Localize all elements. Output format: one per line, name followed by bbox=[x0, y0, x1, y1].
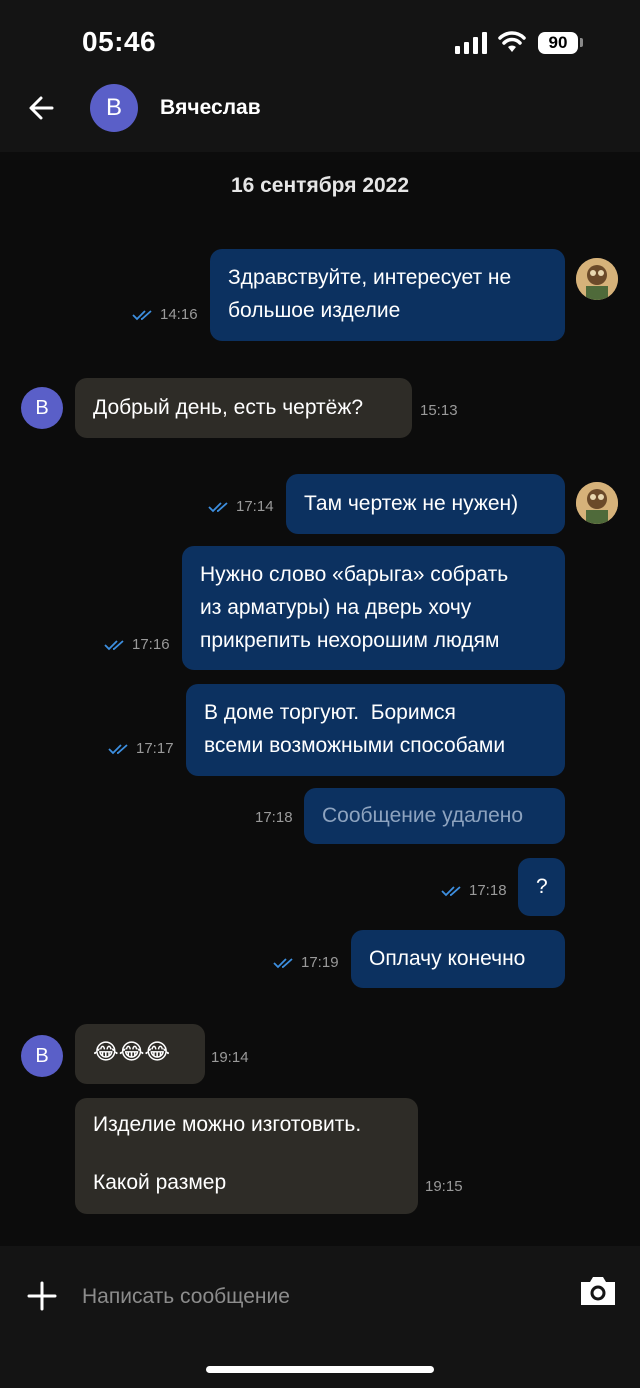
message-meta: 17:18 bbox=[441, 882, 507, 899]
message-text: Нужно слово «барыга» собрать bbox=[200, 563, 509, 586]
message-text: всеми возможными способами bbox=[204, 734, 506, 757]
battery-level: 90 bbox=[538, 32, 578, 54]
message-list[interactable]: 16 сентября 2022 14:16 Здравствуйте, инт… bbox=[0, 152, 640, 1246]
message-meta: 17:14 bbox=[208, 498, 274, 515]
read-check-icon bbox=[208, 502, 228, 513]
contact-name[interactable]: Вячеслав bbox=[160, 96, 261, 120]
outgoing-message[interactable]: Здравствуйте, интересует не большое изде… bbox=[210, 249, 565, 341]
message-time: 19:15 bbox=[425, 1178, 463, 1195]
message-emoji: 😂😂😂 bbox=[93, 1040, 171, 1065]
camera-icon[interactable] bbox=[578, 1274, 618, 1308]
message-meta: 17:17 bbox=[108, 740, 174, 757]
message-time: 19:14 bbox=[211, 1049, 249, 1066]
back-arrow-icon[interactable] bbox=[22, 88, 62, 128]
contact-avatar-small[interactable]: В bbox=[21, 387, 63, 429]
signal-icon bbox=[455, 32, 487, 54]
message-text: Оплачу конечно bbox=[369, 947, 526, 970]
read-check-icon bbox=[104, 640, 124, 651]
message-text: из арматуры) на дверь хочу bbox=[200, 596, 472, 619]
message-time: 17:14 bbox=[236, 498, 274, 515]
message-meta: 17:19 bbox=[273, 954, 339, 971]
wifi-icon bbox=[498, 31, 526, 52]
message-meta: 17:16 bbox=[104, 636, 170, 653]
read-check-icon bbox=[108, 744, 128, 755]
read-check-icon bbox=[441, 886, 461, 897]
message-time: 17:17 bbox=[136, 740, 174, 757]
outgoing-message[interactable]: Оплачу конечно bbox=[351, 930, 565, 988]
message-time: 17:19 bbox=[301, 954, 339, 971]
battery-icon bbox=[580, 38, 583, 47]
incoming-message[interactable]: Изделие можно изготовить. Какой размер bbox=[75, 1098, 418, 1214]
message-composer bbox=[0, 1246, 640, 1388]
my-avatar bbox=[576, 258, 618, 300]
message-input[interactable] bbox=[80, 1276, 564, 1318]
message-time: 14:16 bbox=[160, 306, 198, 323]
incoming-message[interactable]: Добрый день, есть чертёж? bbox=[75, 378, 412, 438]
message-text: Какой размер bbox=[93, 1171, 227, 1194]
date-separator: 16 сентября 2022 bbox=[230, 174, 410, 197]
message-text: Изделие можно изготовить. bbox=[93, 1113, 362, 1136]
message-text: Сообщение удалено bbox=[322, 804, 524, 827]
my-avatar bbox=[576, 482, 618, 524]
message-text: Там чертеж не нужен) bbox=[304, 492, 519, 515]
read-check-icon bbox=[273, 958, 293, 969]
status-bar: 05:46 90 bbox=[0, 0, 640, 84]
message-text: Здравствуйте, интересует не bbox=[228, 266, 512, 289]
outgoing-message[interactable]: В доме торгуют. Боримся всеми возможными… bbox=[186, 684, 565, 776]
chat-header: В Вячеслав bbox=[0, 84, 640, 152]
outgoing-message[interactable]: Там чертеж не нужен) bbox=[286, 474, 565, 534]
message-text: ? bbox=[536, 875, 548, 898]
contact-avatar[interactable]: В bbox=[90, 84, 138, 132]
message-meta: 14:16 bbox=[132, 306, 198, 323]
message-time: 15:13 bbox=[420, 402, 458, 419]
status-time: 05:46 bbox=[82, 26, 157, 57]
read-check-icon bbox=[132, 310, 152, 321]
message-time: 17:16 bbox=[132, 636, 170, 653]
message-time: 17:18 bbox=[255, 809, 293, 826]
message-text: Добрый день, есть чертёж? bbox=[93, 396, 364, 419]
message-text bbox=[93, 1139, 400, 1168]
message-text: большое изделие bbox=[228, 299, 401, 322]
message-text: В доме торгуют. Боримся bbox=[204, 701, 456, 724]
message-time: 17:18 bbox=[469, 882, 507, 899]
outgoing-message[interactable]: ? bbox=[518, 858, 565, 916]
message-text: прикрепить нехорошим людям bbox=[200, 629, 500, 652]
deleted-message[interactable]: Сообщение удалено bbox=[304, 788, 565, 844]
incoming-message[interactable]: 😂😂😂 bbox=[75, 1024, 205, 1084]
contact-avatar-small[interactable]: В bbox=[21, 1035, 63, 1077]
outgoing-message[interactable]: Нужно слово «барыга» собрать из арматуры… bbox=[182, 546, 565, 670]
home-indicator bbox=[206, 1366, 434, 1373]
plus-icon[interactable] bbox=[26, 1280, 58, 1312]
